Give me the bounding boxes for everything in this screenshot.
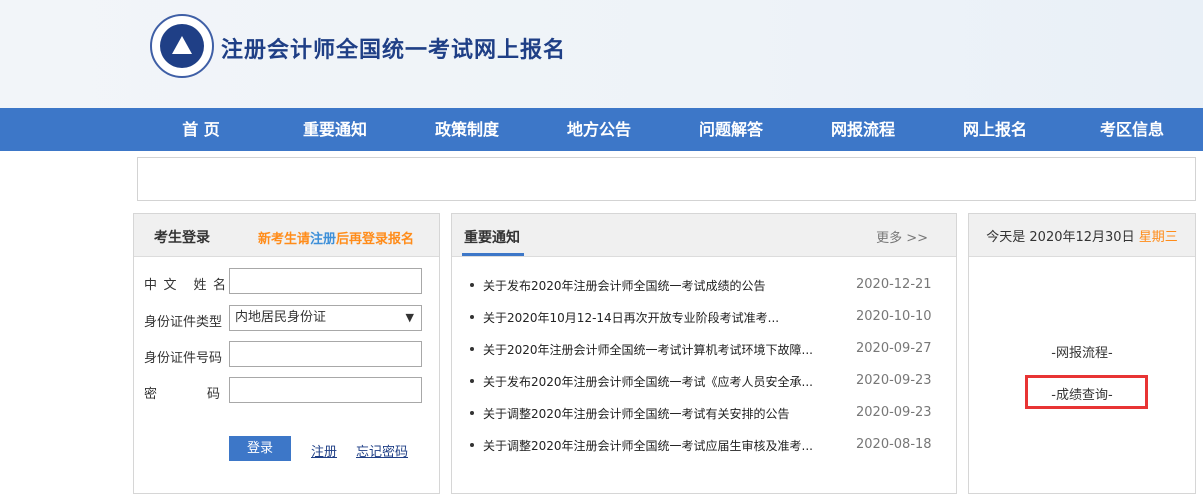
notice-title[interactable]: 关于2020年10月12-14日再次开放专业阶段考试准考...: [483, 309, 828, 326]
password-input[interactable]: [229, 377, 422, 403]
registration-process-link[interactable]: -网报流程-: [969, 342, 1195, 361]
bullet-icon: [470, 315, 474, 319]
register-link[interactable]: 注册: [311, 441, 337, 460]
notices-panel-header: 重要通知 更多 >>: [452, 214, 956, 257]
notice-item: 关于2020年注册会计师全国统一考试计算机考试环境下故障... 2020-09-…: [452, 337, 956, 361]
login-panel: 考生登录 新考生请注册后再登录报名 中文 姓名 身份证件类型 内地居民身份证 ▼…: [133, 213, 440, 494]
main-nav: 首 页 重要通知 政策制度 地方公告 问题解答 网报流程 网上报名 考区信息: [0, 108, 1203, 151]
bullet-icon: [470, 443, 474, 447]
date-panel-header: 今天是 2020年12月30日 星期三: [969, 214, 1195, 257]
notice-title[interactable]: 关于调整2020年注册会计师全国统一考试应届生审核及准考...: [483, 437, 828, 454]
nav-registration-process[interactable]: 网报流程: [797, 108, 929, 151]
site-title: 注册会计师全国统一考试网上报名: [221, 38, 567, 63]
notice-item: 关于发布2020年注册会计师全国统一考试《应考人员安全承... 2020-09-…: [452, 369, 956, 393]
notice-date: 2020-09-23: [856, 405, 932, 420]
notices-tab-underline: [462, 253, 524, 256]
site-header: 注册会计师全国统一考试网上报名: [0, 0, 1203, 108]
bullet-icon: [470, 411, 474, 415]
notice-title[interactable]: 关于2020年注册会计师全国统一考试计算机考试环境下故障...: [483, 341, 828, 358]
nav-home[interactable]: 首 页: [135, 108, 267, 151]
notice-date: 2020-09-27: [856, 341, 932, 356]
nav-online-registration[interactable]: 网上报名: [929, 108, 1061, 151]
notice-item: 关于调整2020年注册会计师全国统一考试应届生审核及准考... 2020-08-…: [452, 433, 956, 457]
login-hint: 新考生请注册后再登录报名: [258, 232, 415, 247]
bullet-icon: [470, 283, 474, 287]
notice-date: 2020-09-23: [856, 373, 932, 388]
notice-title[interactable]: 关于调整2020年注册会计师全国统一考试有关安排的公告: [483, 405, 828, 422]
nav-policies[interactable]: 政策制度: [401, 108, 533, 151]
name-label: 中文 姓名: [144, 278, 226, 293]
notice-date: 2020-12-21: [856, 277, 932, 292]
notice-item: 关于调整2020年注册会计师全国统一考试有关安排的公告 2020-09-23: [452, 401, 956, 425]
notice-title[interactable]: 关于发布2020年注册会计师全国统一考试成绩的公告: [483, 277, 828, 294]
id-number-input[interactable]: [229, 341, 422, 367]
notices-panel: 重要通知 更多 >> 关于发布2020年注册会计师全国统一考试成绩的公告 202…: [451, 213, 957, 494]
notice-date: 2020-10-10: [856, 309, 932, 324]
cicpa-logo: [150, 14, 214, 78]
notice-item: 关于2020年10月12-14日再次开放专业阶段考试准考... 2020-10-…: [452, 305, 956, 329]
banner-box: [137, 157, 1196, 201]
notices-title: 重要通知: [464, 230, 520, 246]
id-type-label: 身份证件类型: [144, 315, 223, 330]
more-link[interactable]: 更多 >>: [876, 227, 928, 246]
today-date: 今天是 2020年12月30日 星期三: [986, 230, 1178, 245]
nav-exam-area-info[interactable]: 考区信息: [1066, 108, 1198, 151]
password-label: 密 码: [144, 387, 220, 402]
bullet-icon: [470, 379, 474, 383]
login-button[interactable]: 登录: [229, 436, 291, 461]
hint-register-link[interactable]: 注册: [310, 232, 336, 247]
bullet-icon: [470, 347, 474, 351]
id-type-select[interactable]: 内地居民身份证 ▼: [229, 305, 422, 331]
nav-local-announcements[interactable]: 地方公告: [533, 108, 665, 151]
id-type-value: 内地居民身份证: [235, 310, 327, 325]
login-panel-header: 考生登录 新考生请注册后再登录报名: [134, 214, 439, 257]
notice-item: 关于发布2020年注册会计师全国统一考试成绩的公告 2020-12-21: [452, 273, 956, 297]
chevron-down-icon: ▼: [405, 311, 414, 324]
nav-important-notices[interactable]: 重要通知: [269, 108, 401, 151]
id-number-label: 身份证件号码: [144, 351, 223, 366]
weekday: 星期三: [1138, 230, 1178, 245]
notice-title[interactable]: 关于发布2020年注册会计师全国统一考试《应考人员安全承...: [483, 373, 828, 390]
notice-date: 2020-08-18: [856, 437, 932, 452]
nav-faq[interactable]: 问题解答: [665, 108, 797, 151]
score-query-link[interactable]: -成绩查询-: [969, 384, 1195, 403]
date-panel: 今天是 2020年12月30日 星期三 -网报流程- -成绩查询-: [968, 213, 1196, 494]
login-title: 考生登录: [154, 230, 210, 246]
name-input[interactable]: [229, 268, 422, 294]
forgot-password-link[interactable]: 忘记密码: [356, 441, 408, 460]
